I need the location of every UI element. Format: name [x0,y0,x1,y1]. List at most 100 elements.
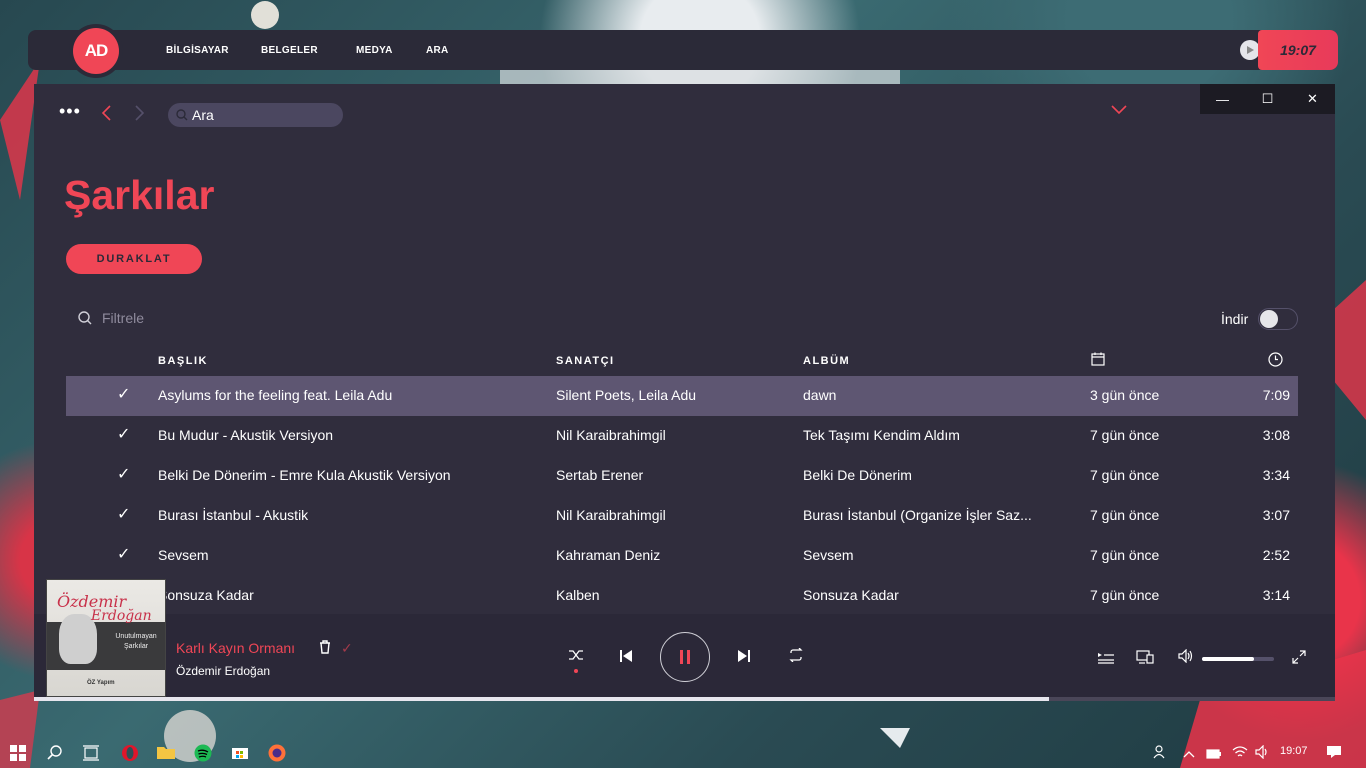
windows-start-icon[interactable] [10,745,26,764]
table-header: BAŞLIK SANATÇI ALBÜM [34,352,1335,372]
row-title: Sonsuza Kadar [158,587,254,603]
cover-subtitle: Unutulmayan Şarkılar [115,633,157,650]
column-album[interactable]: ALBÜM [803,355,850,367]
row-title: Sevsem [158,547,209,563]
check-icon[interactable]: ✓ [117,384,130,404]
chevron-up-icon[interactable] [1183,745,1195,761]
next-icon[interactable] [738,649,750,665]
notifications-icon[interactable] [1326,745,1342,762]
progress-fill [34,697,1049,701]
row-added: 3 gün önce [1090,387,1160,403]
track-title[interactable]: Karlı Kayın Ormanı [176,640,295,656]
row-album[interactable]: dawn [803,387,836,403]
search-input[interactable]: Ara [168,103,343,127]
column-title[interactable]: BAŞLIK [158,355,208,367]
cover-text-last: Erdoğan [91,608,152,624]
firefox-icon[interactable] [268,744,286,765]
pause-icon[interactable] [660,632,710,682]
row-title: Bu Mudur - Akustik Versiyon [158,427,334,443]
row-title: Burası İstanbul - Akustik [158,507,309,523]
row-artist[interactable]: Sertab Erener [556,467,643,483]
previous-icon[interactable] [620,649,632,665]
table-row[interactable]: ✓ Sevsem Kahraman Deniz Sevsem 7 gün önc… [66,536,1298,576]
download-toggle-area: İndir [1221,308,1299,330]
row-duration: 2:52 [1262,547,1290,563]
forward-icon[interactable] [134,104,146,127]
dock-clock: 19:07 [1258,30,1338,70]
row-duration: 3:14 [1262,587,1290,603]
speaker-icon[interactable] [1255,744,1271,762]
check-icon[interactable]: ✓ [341,640,353,657]
trash-icon[interactable] [319,640,331,657]
menu-item-bilgisayar[interactable]: BİLGİSAYAR [166,45,229,56]
table-row[interactable]: ✓ Burası İstanbul - Akustik Nil Karaibra… [66,496,1298,536]
volume-icon[interactable] [1178,648,1194,668]
row-artist[interactable]: Nil Karaibrahimgil [556,427,666,443]
menu-item-belgeler[interactable]: BELGELER [261,45,318,56]
battery-icon[interactable] [1206,746,1222,762]
store-icon[interactable] [231,744,249,763]
shuffle-icon[interactable] [568,648,584,673]
calendar-icon[interactable] [1091,352,1105,369]
track-artist[interactable]: Özdemir Erdoğan [176,664,270,678]
download-toggle[interactable] [1258,308,1299,330]
check-icon[interactable]: ✓ [117,464,130,484]
menu-item-medya[interactable]: MEDYA [356,45,393,56]
topbar: ••• Ara [34,100,1335,130]
row-album[interactable]: Tek Taşımı Kendim Aldım [803,427,960,443]
taskbar-clock[interactable]: 19:07 [1280,745,1308,757]
clock-icon[interactable] [1268,352,1283,370]
table-row[interactable]: ✓ Belki De Dönerim - Emre Kula Akustik V… [66,456,1298,496]
people-icon[interactable] [1153,745,1169,762]
pause-button[interactable]: DURAKLAT [66,244,202,274]
top-dock: AD BİLGİSAYAR BELGELER MEDYA ARA 19:07 [28,24,1338,78]
row-duration: 3:08 [1262,427,1290,443]
fullscreen-icon[interactable] [1292,650,1306,669]
check-icon[interactable]: ✓ [117,544,130,564]
row-artist[interactable]: Kalben [556,587,600,603]
volume-slider[interactable] [1202,657,1274,661]
filter-input[interactable]: Filtrele [78,310,144,326]
check-icon[interactable]: ✓ [117,424,130,444]
table-row[interactable]: Sonsuza Kadar Kalben Sonsuza Kadar 7 gün… [66,576,1298,616]
row-title: Belki De Dönerim - Emre Kula Akustik Ver… [158,467,451,483]
search-icon[interactable] [47,744,63,763]
dock-logo[interactable]: AD [69,24,123,78]
check-icon[interactable]: ✓ [117,504,130,524]
progress-bar[interactable] [34,697,1335,701]
row-artist[interactable]: Silent Poets, Leila Adu [556,387,696,403]
album-cover[interactable]: Özdemir Erdoğan Unutulmayan Şarkılar ÖZ … [46,579,166,697]
spotify-window: — ☐ ✕ ••• Ara Şarkılar DURAKLAT Filtrele… [34,84,1335,701]
search-icon [176,109,188,121]
row-duration: 7:09 [1262,387,1290,403]
page-title: Şarkılar [64,172,215,218]
volume-fill [1202,657,1254,661]
logo-text: AD [73,28,119,74]
dock-play-icon[interactable] [1240,40,1260,60]
table-row[interactable]: ✓ Bu Mudur - Akustik Versiyon Nil Karaib… [66,416,1298,456]
back-icon[interactable] [100,104,112,127]
row-album[interactable]: Belki De Dönerim [803,467,912,483]
table-row[interactable]: ✓ Asylums for the feeling feat. Leila Ad… [66,376,1298,416]
row-artist[interactable]: Kahraman Deniz [556,547,660,563]
devices-icon[interactable] [1136,650,1154,669]
wifi-icon[interactable] [1232,745,1248,762]
task-view-icon[interactable] [82,745,100,764]
download-label: İndir [1221,311,1249,327]
row-title: Asylums for the feeling feat. Leila Adu [158,387,393,403]
file-explorer-icon[interactable] [157,744,175,763]
queue-icon[interactable] [1098,651,1114,669]
opera-icon[interactable] [121,744,139,765]
search-icon [78,311,92,325]
spotify-icon[interactable] [194,744,212,765]
repeat-icon[interactable] [788,647,804,665]
more-icon[interactable]: ••• [59,102,81,120]
column-artist[interactable]: SANATÇI [556,355,615,367]
menu-item-ara[interactable]: ARA [426,45,449,56]
track-list: ✓ Asylums for the feeling feat. Leila Ad… [66,376,1298,616]
chevron-down-icon[interactable] [1111,102,1127,120]
row-album[interactable]: Burası İstanbul (Organize İşler Saz... [803,507,1043,523]
row-artist[interactable]: Nil Karaibrahimgil [556,507,666,523]
row-album[interactable]: Sonsuza Kadar [803,587,899,603]
row-album[interactable]: Sevsem [803,547,854,563]
